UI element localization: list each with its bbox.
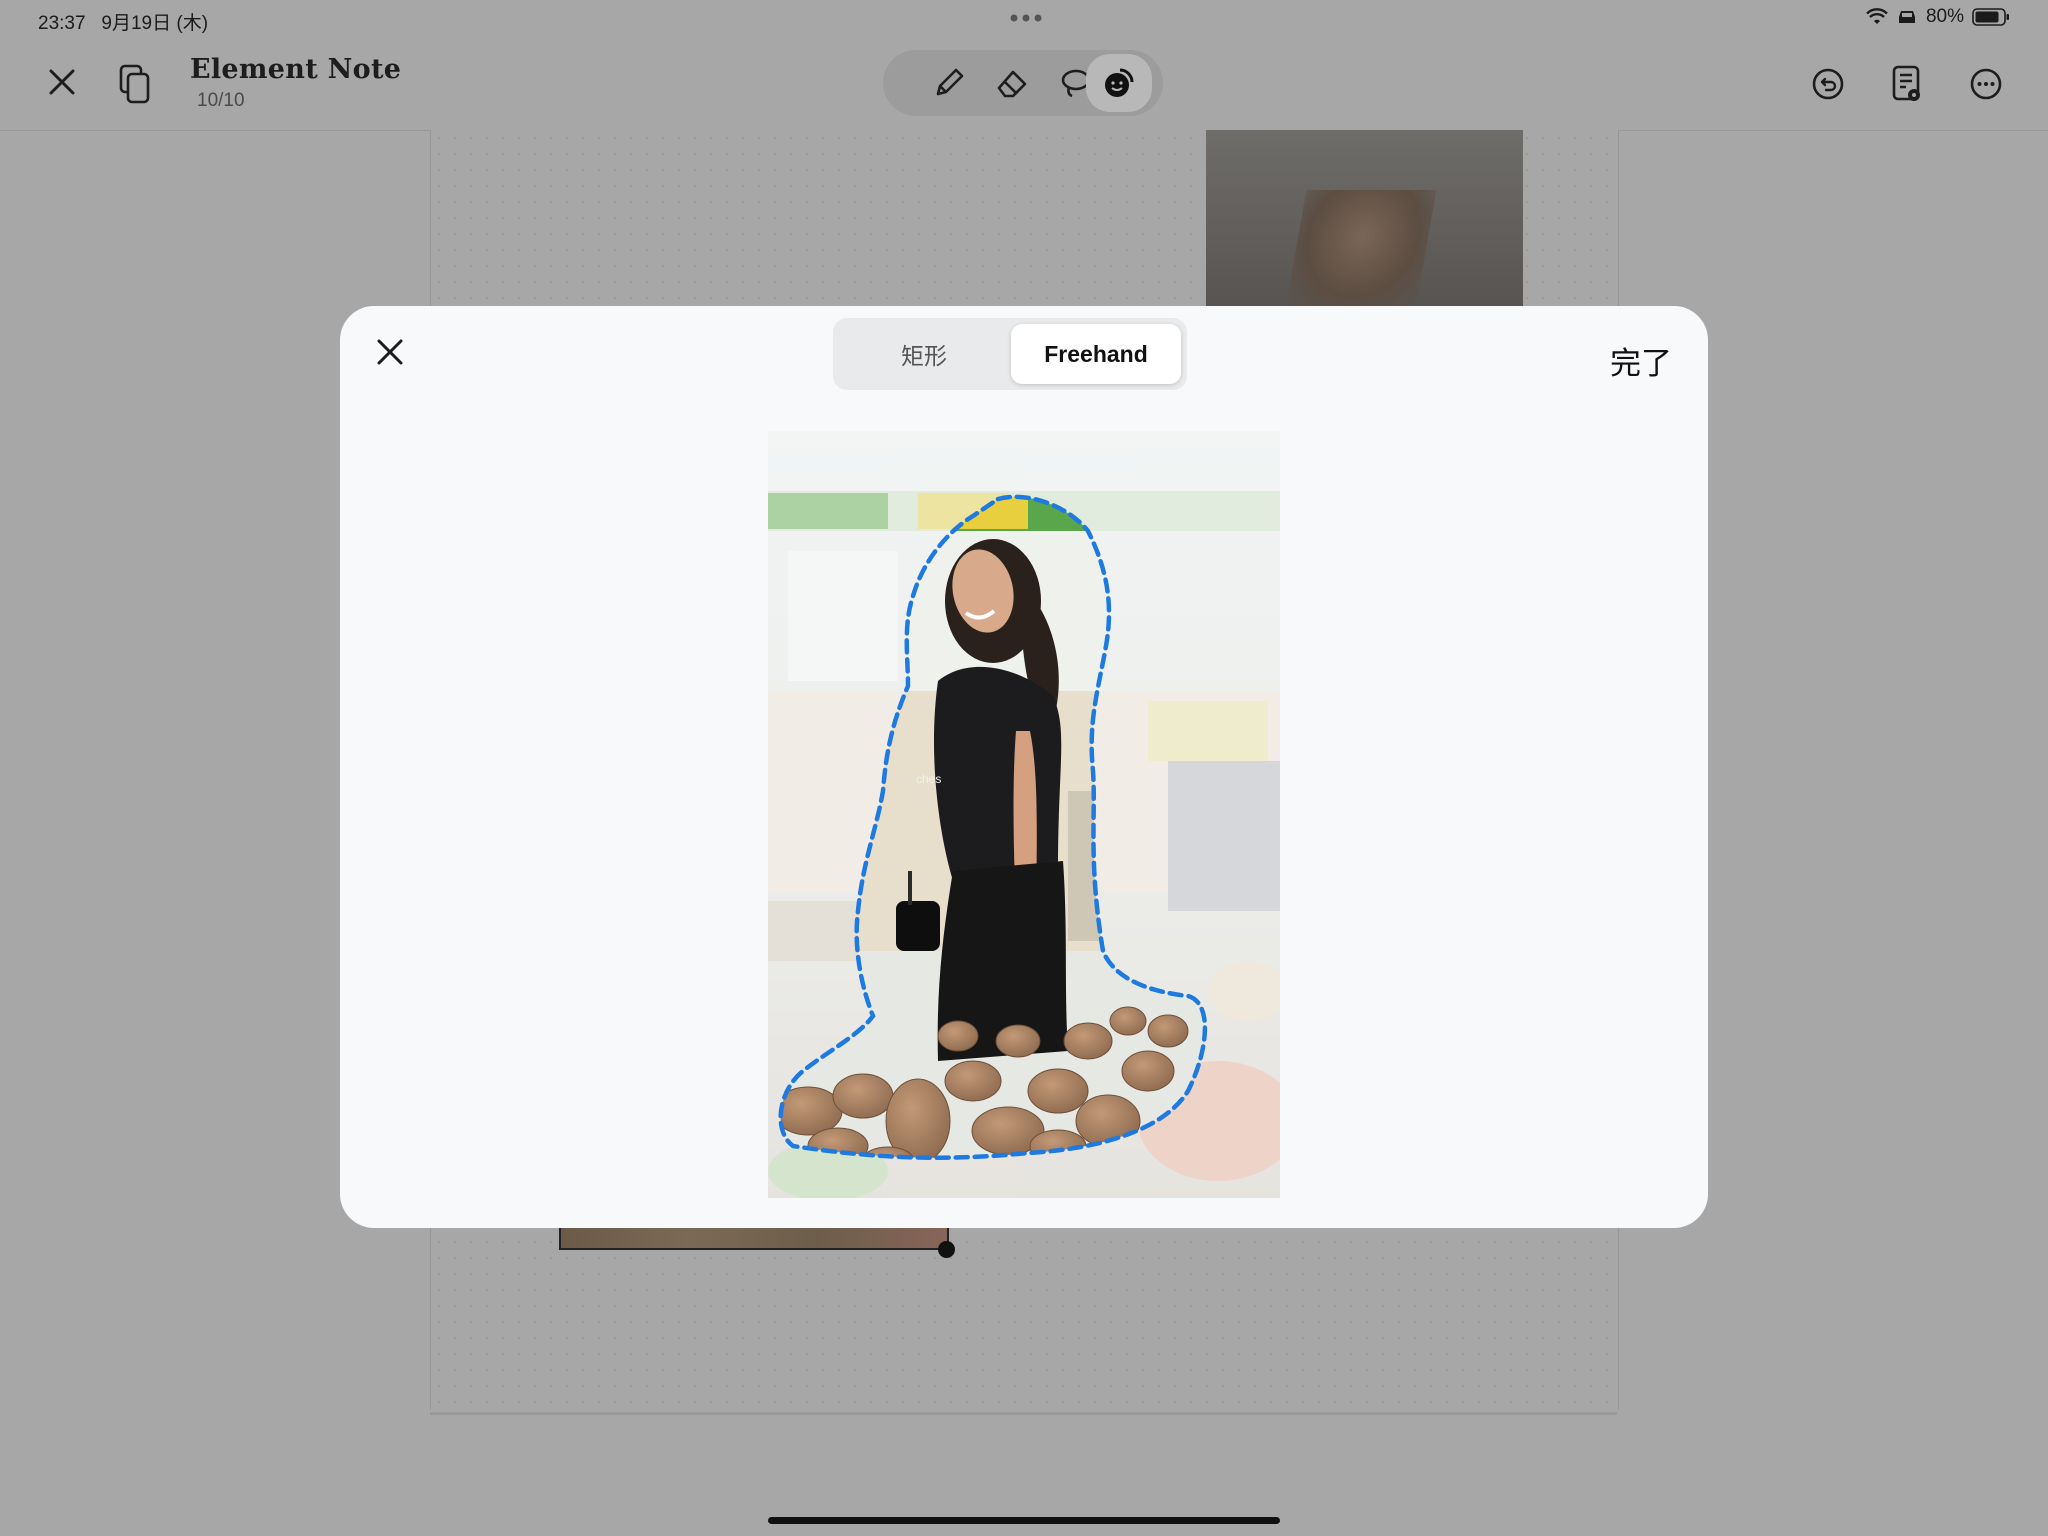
page-count: 10/10: [197, 90, 245, 111]
pen-icon[interactable]: [925, 59, 973, 107]
status-right: 80%: [1866, 6, 2010, 28]
undo-icon[interactable]: [1808, 64, 1848, 104]
close-icon[interactable]: [370, 332, 410, 372]
status-bar: 23:37 9月19日 (木) 80%: [0, 0, 2048, 36]
selected-image-element[interactable]: [559, 1228, 949, 1250]
status-date: 9月19日 (木): [101, 13, 209, 34]
background-photo-element[interactable]: [1206, 130, 1523, 308]
crop-mode-segmented-control: 矩形 Freehand: [833, 318, 1187, 390]
status-time: 23:37 9月19日 (木): [38, 13, 209, 34]
crop-modal: 矩形 Freehand 完了 ches: [340, 306, 1708, 1228]
more-options-icon[interactable]: [1966, 64, 2006, 104]
svg-text:ches: ches: [916, 772, 941, 786]
close-note-icon[interactable]: [44, 64, 80, 100]
sticker-icon[interactable]: [1086, 54, 1152, 112]
segment-freehand[interactable]: Freehand: [1011, 324, 1181, 384]
battery-icon: [1972, 8, 2009, 26]
done-button[interactable]: 完了: [1610, 338, 1672, 383]
resize-handle[interactable]: [938, 1241, 955, 1258]
battery-percent: 80%: [1925, 6, 1964, 27]
segment-rectangle[interactable]: 矩形: [839, 324, 1009, 384]
pages-icon[interactable]: [114, 62, 154, 106]
eraser-icon[interactable]: [988, 59, 1036, 107]
crop-image[interactable]: ches: [768, 431, 1280, 1198]
tool-palette: [883, 50, 1163, 116]
home-indicator[interactable]: [768, 1517, 1280, 1524]
document-title: Element Note: [190, 54, 402, 85]
multitasking-dots-icon[interactable]: [1008, 6, 1044, 30]
reading-mode-icon[interactable]: [1887, 62, 1927, 106]
car-icon: [1898, 11, 1915, 23]
wifi-icon: [1866, 8, 1888, 24]
page-divider: [430, 1412, 1617, 1415]
